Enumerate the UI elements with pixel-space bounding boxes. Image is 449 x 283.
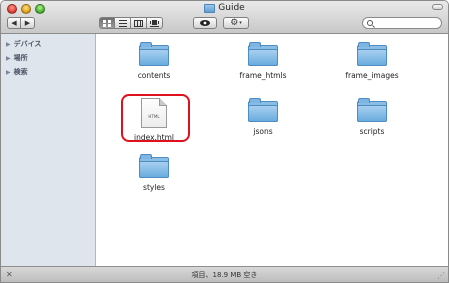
icon-view-button[interactable] bbox=[99, 17, 115, 29]
search-input[interactable] bbox=[376, 19, 436, 27]
toolbar-toggle-button[interactable] bbox=[432, 4, 443, 10]
column-view-icon bbox=[134, 19, 143, 27]
sidebar-section-places[interactable]: ▶ 場所 bbox=[1, 52, 95, 64]
highlight-annotation bbox=[121, 94, 190, 142]
sidebar: ▶ デバイス ▶ 場所 ▶ 検索 bbox=[1, 34, 96, 268]
title-bar: Guide ◀ ▶ ⚙ ▾ bbox=[1, 1, 448, 34]
folder-item-frame-htmls[interactable]: frame_htmls bbox=[218, 42, 308, 80]
item-label: styles bbox=[143, 183, 165, 192]
folder-item-scripts[interactable]: scripts bbox=[327, 98, 417, 136]
folder-item-contents[interactable]: contents bbox=[109, 42, 199, 80]
quicklook-button[interactable] bbox=[193, 17, 217, 29]
item-label: frame_images bbox=[345, 71, 399, 80]
back-button[interactable]: ◀ bbox=[7, 17, 21, 29]
forward-button[interactable]: ▶ bbox=[21, 17, 35, 29]
list-view-button[interactable] bbox=[115, 17, 131, 29]
column-view-button[interactable] bbox=[131, 17, 147, 29]
back-arrow-icon: ◀ bbox=[11, 19, 17, 27]
eye-icon bbox=[200, 20, 210, 26]
path-toggle-icon[interactable]: ✕ bbox=[6, 270, 13, 279]
status-bar: ✕ 項目、18.9 MB 空き ⋰ bbox=[1, 266, 448, 282]
gear-icon: ⚙ bbox=[230, 18, 239, 28]
action-menu-button[interactable]: ⚙ ▾ bbox=[223, 17, 249, 29]
item-label: scripts bbox=[359, 127, 385, 136]
folder-item-frame-images[interactable]: frame_images bbox=[327, 42, 417, 80]
folder-item-styles[interactable]: styles bbox=[109, 154, 199, 192]
sidebar-section-search[interactable]: ▶ 検索 bbox=[1, 66, 95, 78]
window-title: Guide bbox=[1, 3, 448, 13]
folder-icon bbox=[357, 98, 387, 122]
search-icon bbox=[367, 20, 373, 26]
folder-icon bbox=[357, 42, 387, 66]
folder-icon bbox=[248, 42, 278, 66]
finder-window: Guide ◀ ▶ ⚙ ▾ ▶ デバイス ▶ 場所 ▶ 検索 contents … bbox=[0, 0, 449, 283]
coverflow-view-icon bbox=[150, 19, 159, 27]
folder-icon bbox=[204, 3, 216, 13]
folder-icon bbox=[139, 154, 169, 178]
chevron-down-icon: ▾ bbox=[239, 20, 242, 26]
window-title-text: Guide bbox=[218, 3, 245, 13]
coverflow-view-button[interactable] bbox=[147, 17, 163, 29]
sidebar-section-label: デバイス bbox=[13, 40, 42, 48]
view-mode-buttons bbox=[99, 17, 163, 29]
status-text: 項目、18.9 MB 空き bbox=[191, 270, 258, 279]
resize-grip-icon[interactable]: ⋰ bbox=[437, 271, 445, 280]
nav-buttons: ◀ ▶ bbox=[7, 17, 35, 29]
folder-icon bbox=[248, 98, 278, 122]
folder-item-jsons[interactable]: jsons bbox=[218, 98, 308, 136]
icon-view-icon bbox=[103, 19, 111, 27]
action-group: ⚙ ▾ bbox=[223, 17, 249, 29]
folder-icon bbox=[139, 42, 169, 66]
forward-arrow-icon: ▶ bbox=[24, 19, 31, 27]
sidebar-section-label: 場所 bbox=[13, 54, 28, 62]
list-view-icon bbox=[118, 19, 127, 27]
search-field[interactable] bbox=[362, 17, 442, 29]
quicklook-group bbox=[193, 17, 217, 29]
item-label: contents bbox=[137, 71, 171, 80]
disclosure-triangle-icon[interactable]: ▶ bbox=[6, 69, 11, 76]
item-label: jsons bbox=[253, 127, 273, 136]
file-browser: contents frame_htmls frame_images HTML i… bbox=[97, 34, 448, 268]
disclosure-triangle-icon[interactable]: ▶ bbox=[6, 41, 11, 48]
sidebar-section-devices[interactable]: ▶ デバイス bbox=[1, 38, 95, 50]
item-label: frame_htmls bbox=[239, 71, 287, 80]
sidebar-section-label: 検索 bbox=[13, 68, 28, 76]
disclosure-triangle-icon[interactable]: ▶ bbox=[6, 55, 11, 62]
